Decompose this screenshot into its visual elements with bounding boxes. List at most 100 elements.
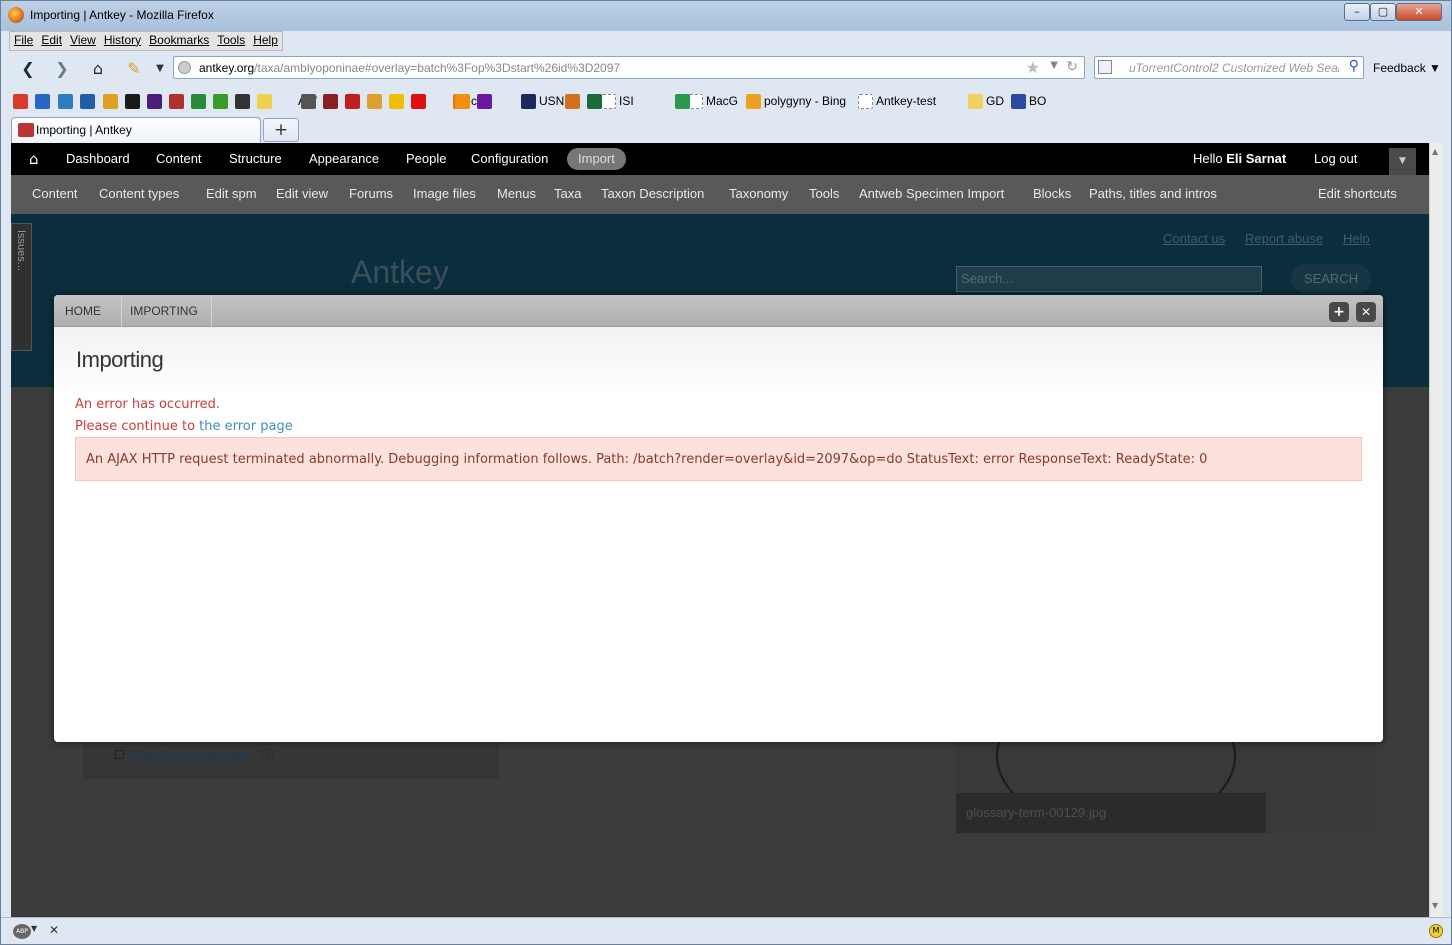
feedback-button[interactable]: Feedback ▼	[1373, 61, 1441, 75]
add-shortcut-icon[interactable]: +	[1329, 302, 1349, 322]
addon-status-icon[interactable]: M	[1429, 924, 1443, 938]
bookmark-item[interactable]: BO	[1011, 93, 1046, 109]
help-link[interactable]: Help	[1343, 231, 1370, 246]
breadcrumb-home[interactable]: HOME	[65, 304, 101, 318]
bookmark-item[interactable]	[58, 93, 76, 109]
issues-tab[interactable]: Issues...	[11, 223, 32, 351]
toolbar-configuration[interactable]: Configuration	[471, 151, 548, 166]
bookmark-item[interactable]: GD	[968, 93, 1004, 109]
bookmark-item[interactable]	[125, 93, 143, 109]
shortcut-taxonomy[interactable]: Taxonomy	[729, 186, 788, 201]
scroll-down-icon[interactable]: ▼	[1432, 901, 1438, 910]
bookmark-item[interactable]	[323, 93, 341, 109]
close-addon-bar-icon[interactable]: ✕	[49, 923, 59, 937]
reload-icon[interactable]: ↻	[1066, 59, 1078, 75]
bookmark-item[interactable]	[565, 93, 583, 109]
minimize-button[interactable]: –	[1344, 3, 1370, 21]
forward-icon[interactable]: ❯	[51, 59, 73, 79]
shortcut-tools[interactable]: Tools	[809, 186, 839, 201]
tab-importing[interactable]: Importing | Antkey	[11, 117, 261, 143]
toolbar-content[interactable]: Content	[156, 151, 202, 166]
report-abuse-link[interactable]: Report abuse	[1245, 231, 1323, 246]
bookmark-item[interactable]	[411, 93, 429, 109]
shortcut-content[interactable]: Content	[32, 186, 78, 201]
bookmark-item[interactable]	[235, 93, 253, 109]
bookmark-item[interactable]	[521, 93, 539, 109]
shortcut-menus[interactable]: Menus	[497, 186, 536, 201]
home-icon[interactable]: ⌂	[87, 59, 109, 79]
bookmark-item[interactable]	[35, 93, 53, 109]
bookmark-item[interactable]	[587, 93, 605, 109]
shortcut-blocks[interactable]: Blocks	[1033, 186, 1071, 201]
shortcut-image-files[interactable]: Image files	[413, 186, 476, 201]
bookmark-item[interactable]	[345, 93, 363, 109]
menu-edit[interactable]: Edit	[37, 32, 66, 50]
bookmark-item[interactable]	[103, 93, 121, 109]
breadcrumb-importing[interactable]: IMPORTING	[130, 304, 198, 318]
adblock-dropdown-icon[interactable]: ▼	[31, 924, 37, 933]
scroll-up-icon[interactable]: ▲	[1432, 147, 1438, 156]
bookmark-item[interactable]	[169, 93, 187, 109]
pencil-icon[interactable]: ✎	[123, 59, 145, 79]
dropdown-icon[interactable]: ▼	[149, 59, 171, 79]
bookmark-item[interactable]	[191, 93, 209, 109]
bookmark-item[interactable]: MacG	[688, 93, 738, 109]
menu-file[interactable]: File	[10, 32, 37, 50]
user-link[interactable]: Eli Sarnat	[1226, 151, 1286, 166]
shortcut-taxon-description[interactable]: Taxon Description	[601, 186, 704, 201]
shortcut-taxa[interactable]: Taxa	[554, 186, 581, 201]
toolbar-home-icon[interactable]: ⌂	[29, 150, 39, 168]
maximize-button[interactable]: ▢	[1370, 3, 1396, 21]
toolbar-people[interactable]: People	[406, 151, 446, 166]
bookmark-item[interactable]	[301, 93, 319, 109]
menu-history[interactable]: History	[100, 32, 145, 50]
bookmark-item[interactable]	[13, 93, 31, 109]
menu-bookmarks[interactable]: Bookmarks	[145, 32, 213, 50]
bookmark-item[interactable]	[389, 93, 407, 109]
toolbar-import[interactable]: Import	[567, 148, 626, 170]
bookmark-star-icon[interactable]: ★	[1026, 58, 1040, 77]
shortcut-paths-titles-intros[interactable]: Paths, titles and intros	[1089, 186, 1217, 201]
url-dropdown-icon[interactable]: ▼	[1050, 60, 1058, 71]
site-name[interactable]: Antkey	[351, 254, 449, 291]
search-engine-icon[interactable]	[1098, 60, 1112, 74]
toolbar-logout[interactable]: Log out	[1314, 151, 1357, 166]
new-tab-button[interactable]: +	[263, 118, 299, 142]
shortcut-edit-view[interactable]: Edit view	[276, 186, 328, 201]
bookmark-item[interactable]	[257, 93, 275, 109]
url-bar[interactable]: antkey.org/taxa/amblyoponinae#overlay=ba…	[173, 56, 1085, 79]
bookmark-item[interactable]: ISI	[601, 93, 634, 109]
vertical-scrollbar[interactable]: ▲ ▼	[1429, 143, 1443, 917]
toolbar-drawer-toggle-icon[interactable]: ▼	[1389, 148, 1416, 175]
bookmark-item[interactable]	[675, 93, 693, 109]
search-go-icon[interactable]: ⚲	[1349, 58, 1359, 74]
bookmark-item[interactable]: Antkey-test	[858, 93, 936, 109]
bookmark-item[interactable]	[147, 93, 165, 109]
url-text[interactable]: antkey.org/taxa/amblyoponinae#overlay=ba…	[199, 61, 620, 75]
toolbar-dashboard[interactable]: Dashboard	[66, 151, 130, 166]
menu-tools[interactable]: Tools	[213, 32, 249, 50]
tree-item-pseudomyrmecinae[interactable]: Pseudomyrmecinae	[131, 747, 246, 762]
menu-help[interactable]: Help	[249, 32, 282, 50]
web-search-box[interactable]: uTorrentControl2 Customized Web Search ⚲	[1094, 56, 1364, 79]
back-icon[interactable]: ❮	[17, 59, 39, 79]
shortcut-antweb-specimen-import[interactable]: Antweb Specimen Import	[859, 186, 1004, 201]
edit-shortcuts-link[interactable]: Edit shortcuts	[1318, 186, 1397, 201]
close-window-button[interactable]: ✕	[1396, 3, 1442, 21]
site-search-button[interactable]: SEARCH	[1291, 264, 1371, 294]
bookmark-item[interactable]	[80, 93, 98, 109]
shortcut-edit-spm[interactable]: Edit spm	[206, 186, 257, 201]
toolbar-structure[interactable]: Structure	[229, 151, 282, 166]
contact-us-link[interactable]: Contact us	[1163, 231, 1225, 246]
bookmark-item[interactable]: polygyny - Bing	[746, 93, 846, 109]
menu-view[interactable]: View	[66, 32, 100, 50]
shortcut-content-types[interactable]: Content types	[99, 186, 179, 201]
toolbar-appearance[interactable]: Appearance	[309, 151, 379, 166]
shortcut-forums[interactable]: Forums	[349, 186, 393, 201]
bookmark-item[interactable]	[455, 93, 473, 109]
bookmark-item[interactable]	[213, 93, 231, 109]
tree-expand-icon[interactable]	[115, 750, 124, 759]
site-search-input[interactable]: Search...	[956, 266, 1262, 292]
close-overlay-icon[interactable]: ✕	[1356, 302, 1376, 322]
bookmark-item[interactable]	[477, 93, 495, 109]
